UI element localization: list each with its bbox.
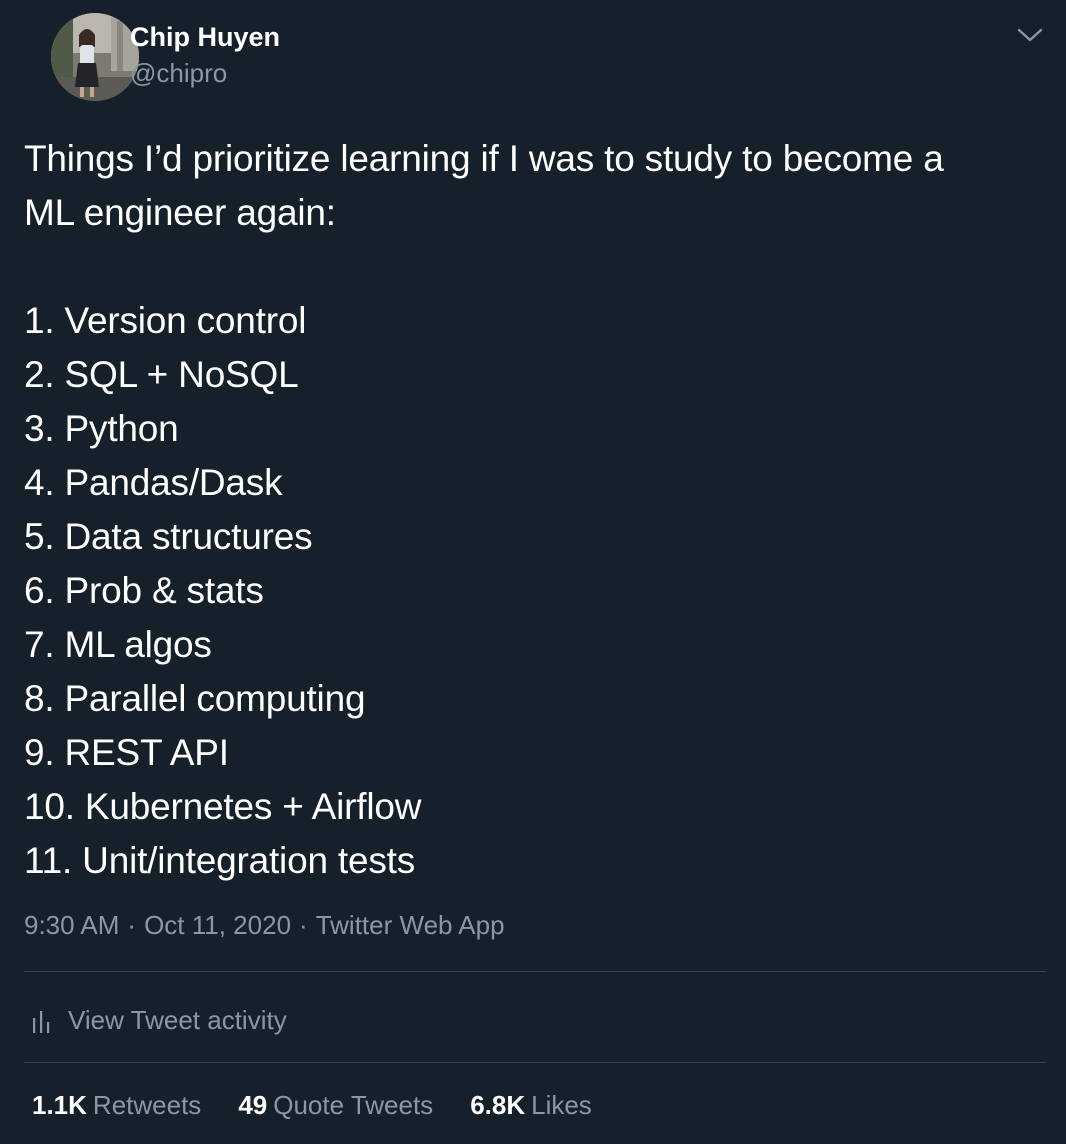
tweet-list-item: 1. Version control — [24, 300, 307, 341]
tweet-list-item: 9. REST API — [24, 732, 229, 773]
likes-label: Likes — [531, 1090, 592, 1120]
likes-count: 6.8K — [470, 1090, 526, 1120]
tweet-list-item: 10. Kubernetes + Airflow — [24, 786, 422, 827]
tweet-intro-line: Things I’d prioritize learning if I was … — [24, 138, 944, 179]
retweets-count: 1.1K — [32, 1090, 87, 1120]
tweet-date[interactable]: Oct 11, 2020 — [144, 910, 291, 940]
tweet-source[interactable]: Twitter Web App — [316, 910, 505, 940]
tweet-list-item: 3. Python — [24, 408, 179, 449]
quote-tweets-label: Quote Tweets — [273, 1090, 434, 1120]
tweet-detail: Chip Huyen @chipro Things I’d prioritize… — [0, 0, 1066, 1144]
tweet-meta: 9:30 AM · Oct 11, 2020 · Twitter Web App — [24, 910, 505, 941]
tweet-list-item: 7. ML algos — [24, 624, 212, 665]
view-tweet-activity-button[interactable]: View Tweet activity — [30, 1000, 287, 1040]
chevron-down-icon[interactable] — [1012, 20, 1048, 50]
retweets-label: Retweets — [92, 1090, 202, 1120]
tweet-text: Things I’d prioritize learning if I was … — [24, 132, 1054, 888]
tweet-time[interactable]: 9:30 AM — [24, 910, 119, 940]
retweets-stat[interactable]: 1.1K Retweets — [32, 1090, 201, 1121]
author-name[interactable]: Chip Huyen — [130, 22, 280, 53]
tweet-intro-line: ML engineer again: — [24, 192, 336, 233]
meta-separator: · — [299, 910, 308, 940]
tweet-list-item: 11. Unit/integration tests — [24, 840, 416, 881]
tweet-list-item: 2. SQL + NoSQL — [24, 354, 299, 395]
avatar-photo — [51, 13, 139, 101]
meta-separator: · — [127, 910, 137, 940]
tweet-list-item: 4. Pandas/Dask — [24, 462, 283, 503]
quote-tweets-count: 49 — [238, 1090, 268, 1120]
likes-stat[interactable]: 6.8K Likes — [470, 1090, 592, 1121]
tweet-stats: 1.1K Retweets 49 Quote Tweets 6.8K Likes — [32, 1090, 629, 1121]
tweet-list-item: 5. Data structures — [24, 516, 313, 557]
bar-chart-icon — [33, 1011, 50, 1033]
quote-tweets-stat[interactable]: 49 Quote Tweets — [238, 1090, 433, 1121]
divider — [24, 971, 1046, 972]
divider — [24, 1062, 1046, 1063]
author-handle[interactable]: @chipro — [130, 58, 227, 89]
tweet-list-item: 6. Prob & stats — [24, 570, 264, 611]
view-tweet-activity-label: View Tweet activity — [68, 1004, 287, 1035]
tweet-list-item: 8. Parallel computing — [24, 678, 366, 719]
avatar[interactable] — [51, 13, 139, 101]
